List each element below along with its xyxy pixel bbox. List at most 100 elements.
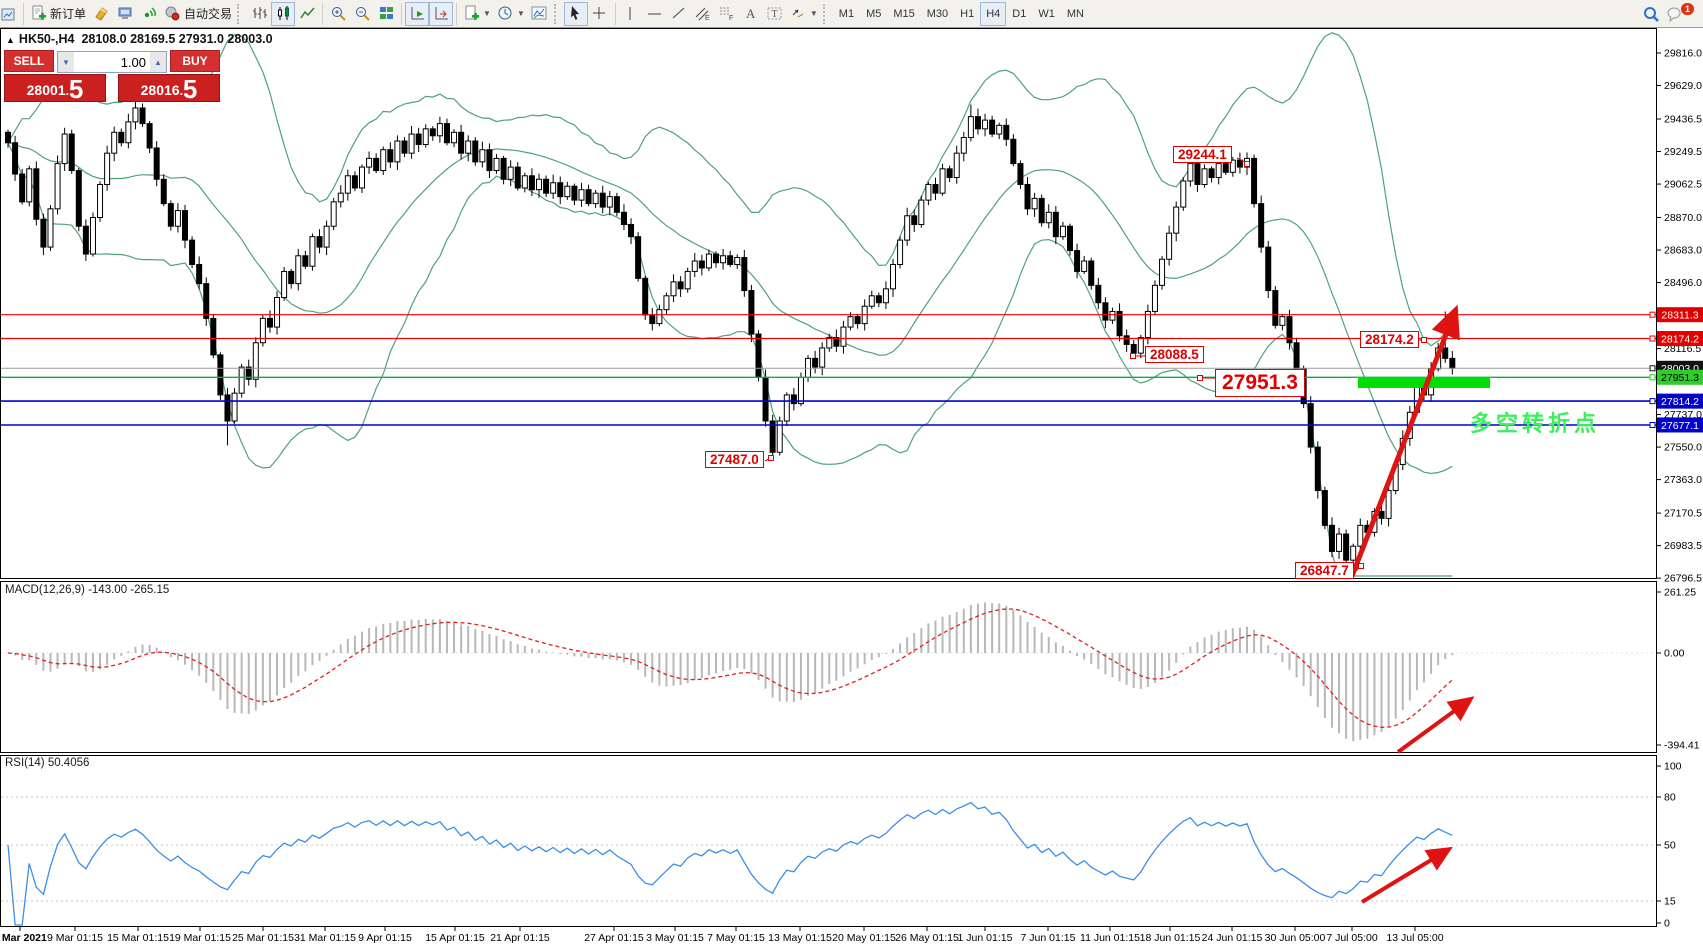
line-chart-button[interactable] <box>295 2 319 26</box>
styler-icon <box>93 5 110 22</box>
svg-text:261.25: 261.25 <box>1664 587 1696 599</box>
vertical-line-button[interactable] <box>619 2 643 26</box>
svg-text:29249.5: 29249.5 <box>1664 146 1702 158</box>
price-callout[interactable]: 26847.7 <box>1295 562 1354 579</box>
volume-decrease-button[interactable]: ▼ <box>58 52 74 72</box>
chart-shift-button[interactable] <box>429 2 453 26</box>
new-order-button[interactable]: 新订单 <box>27 2 89 26</box>
timeframe-h4[interactable]: H4 <box>980 2 1006 26</box>
sell-price[interactable]: 28001.5 <box>4 74 106 102</box>
svg-text:18 Jun 01:15: 18 Jun 01:15 <box>1140 932 1201 944</box>
price-callout[interactable]: 28174.2 <box>1360 331 1419 348</box>
svg-text:7 Jun 01:15: 7 Jun 01:15 <box>1021 932 1076 944</box>
svg-text:28116.5: 28116.5 <box>1664 343 1701 355</box>
volume-input[interactable] <box>74 52 150 72</box>
chevron-down-icon: ▼ <box>483 9 491 18</box>
trendline-button[interactable] <box>667 2 691 26</box>
zoom-out-icon <box>354 5 371 22</box>
metaeditor-button[interactable] <box>113 2 137 26</box>
autotrading-icon <box>164 5 181 22</box>
svg-text:13 May 01:15: 13 May 01:15 <box>768 932 832 944</box>
charts-button[interactable] <box>0 2 20 26</box>
price-callout[interactable]: 28088.5 <box>1145 346 1204 363</box>
svg-text:27170.5: 27170.5 <box>1664 508 1702 520</box>
indicators-dropdown[interactable] <box>528 2 552 26</box>
timeframe-m15[interactable]: M15 <box>887 2 920 26</box>
timeframe-m30[interactable]: M30 <box>921 2 954 26</box>
svg-text:9 Apr 01:15: 9 Apr 01:15 <box>358 932 412 944</box>
text-label-button[interactable]: T <box>763 2 787 26</box>
separator <box>322 3 323 25</box>
auto-scroll-button[interactable] <box>405 2 429 26</box>
bar-chart-button[interactable] <box>247 2 271 26</box>
period-dropdown[interactable]: ▼ <box>494 2 528 26</box>
price-callout[interactable]: 27951.3 <box>1215 369 1305 397</box>
autotrading-button[interactable]: 自动交易 <box>161 2 235 26</box>
timeframe-m1[interactable]: M1 <box>833 2 860 26</box>
chart-icon: ▲ <box>6 35 15 45</box>
timeframe-m5[interactable]: M5 <box>860 2 887 26</box>
timeframe-d1[interactable]: D1 <box>1006 2 1032 26</box>
zoom-in-button[interactable] <box>326 2 350 26</box>
svg-text:A: A <box>746 6 756 21</box>
svg-text:F: F <box>729 15 733 22</box>
svg-text:13 Jul 05:00: 13 Jul 05:00 <box>1386 932 1443 944</box>
buy-button[interactable]: BUY <box>170 50 220 72</box>
price-callout[interactable]: 27487.0 <box>705 451 764 468</box>
crosshair-icon <box>591 5 608 22</box>
chat-button[interactable]: 1 <box>1663 2 1697 26</box>
svg-text:0.00: 0.00 <box>1664 648 1685 660</box>
new-order-dropdown[interactable]: ▼ <box>460 2 494 26</box>
text-button[interactable]: A <box>739 2 763 26</box>
sell-button[interactable]: SELL <box>4 50 54 72</box>
svg-text:29436.5: 29436.5 <box>1664 114 1702 126</box>
svg-text:29816.0: 29816.0 <box>1664 48 1702 60</box>
trader-note[interactable]: 多空转折点 <box>1470 406 1600 438</box>
horizontal-line-button[interactable] <box>643 2 667 26</box>
charts-icon <box>1 6 15 22</box>
signals-icon <box>141 5 158 22</box>
shapes-dropdown[interactable]: ▼ <box>787 2 821 26</box>
svg-text:26 May 01:15: 26 May 01:15 <box>895 932 959 944</box>
zoom-out-button[interactable] <box>350 2 374 26</box>
tile-windows-icon <box>378 5 395 22</box>
fibonacci-button[interactable]: F <box>715 2 739 26</box>
svg-text:21 Apr 01:15: 21 Apr 01:15 <box>490 932 550 944</box>
equidistant-channel-button[interactable]: E <box>691 2 715 26</box>
svg-text:27677.1: 27677.1 <box>1661 420 1699 432</box>
cursor-button[interactable] <box>564 2 588 26</box>
auto-scroll-icon <box>409 5 426 22</box>
styler-button[interactable] <box>89 2 113 26</box>
text-icon: A <box>742 5 759 22</box>
svg-text:3 May 01:15: 3 May 01:15 <box>646 932 704 944</box>
chart-canvas[interactable]: 29816.029629.029436.529249.529062.528870… <box>0 0 1703 951</box>
volume-increase-button[interactable]: ▲ <box>150 52 166 72</box>
timeframe-w1[interactable]: W1 <box>1032 2 1061 26</box>
svg-text:T: T <box>772 9 778 20</box>
crosshair-button[interactable] <box>588 2 612 26</box>
chat-badge: 1 <box>1681 3 1694 15</box>
volume-spinner: ▼ ▲ <box>57 51 167 73</box>
svg-text:27363.0: 27363.0 <box>1664 474 1702 486</box>
autotrading-label: 自动交易 <box>184 5 232 22</box>
svg-text:80: 80 <box>1664 792 1676 804</box>
tile-windows-button[interactable] <box>374 2 398 26</box>
timeframe-h1[interactable]: H1 <box>954 2 980 26</box>
svg-text:26796.5: 26796.5 <box>1664 573 1702 585</box>
one-click-trading-panel: SELL ▼ ▲ BUY 28001.5 28016.5 <box>4 50 220 102</box>
svg-text:27951.3: 27951.3 <box>1661 372 1699 384</box>
signals-button[interactable] <box>137 2 161 26</box>
candlestick-chart-button[interactable] <box>271 2 295 26</box>
cursor-icon <box>567 5 584 22</box>
search-button[interactable] <box>1639 2 1663 26</box>
indicators-dropdown-icon <box>531 5 548 22</box>
price-callout[interactable]: 29244.1 <box>1173 146 1232 163</box>
svg-text:3 Mar 2021: 3 Mar 2021 <box>0 932 47 944</box>
buy-price[interactable]: 28016.5 <box>118 74 220 102</box>
toolbar: 新订单 自动交易 ▼ ▼ E F A T ▼ M1M5M15M30H1H4D1W… <box>0 0 1703 28</box>
svg-text:7 May 01:15: 7 May 01:15 <box>707 932 765 944</box>
fibonacci-icon: F <box>718 5 735 22</box>
timeframe-mn[interactable]: MN <box>1061 2 1090 26</box>
separator <box>401 3 402 25</box>
symbol-period: HK50-,H4 <box>19 32 75 46</box>
